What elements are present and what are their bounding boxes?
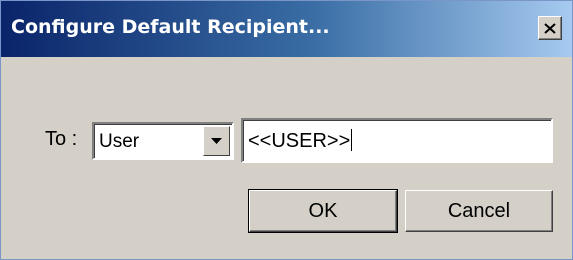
close-button[interactable] bbox=[538, 16, 562, 40]
ok-button[interactable]: OK bbox=[248, 189, 398, 233]
dropdown-button[interactable] bbox=[203, 126, 230, 156]
text-caret bbox=[351, 129, 353, 151]
title-bar: Configure Default Recipient... bbox=[1, 1, 572, 57]
dialog-title: Configure Default Recipient... bbox=[11, 16, 330, 38]
recipient-input[interactable]: <<USER>> bbox=[241, 118, 553, 163]
configure-recipient-dialog: Configure Default Recipient... To : User… bbox=[0, 0, 573, 260]
recipient-type-select[interactable]: User bbox=[92, 122, 234, 160]
close-icon bbox=[544, 22, 556, 34]
to-label: To : bbox=[45, 128, 78, 150]
recipient-input-value: <<USER>> bbox=[248, 130, 351, 152]
cancel-button[interactable]: Cancel bbox=[405, 190, 553, 232]
chevron-down-icon bbox=[211, 137, 222, 144]
recipient-type-value: User bbox=[99, 131, 140, 152]
